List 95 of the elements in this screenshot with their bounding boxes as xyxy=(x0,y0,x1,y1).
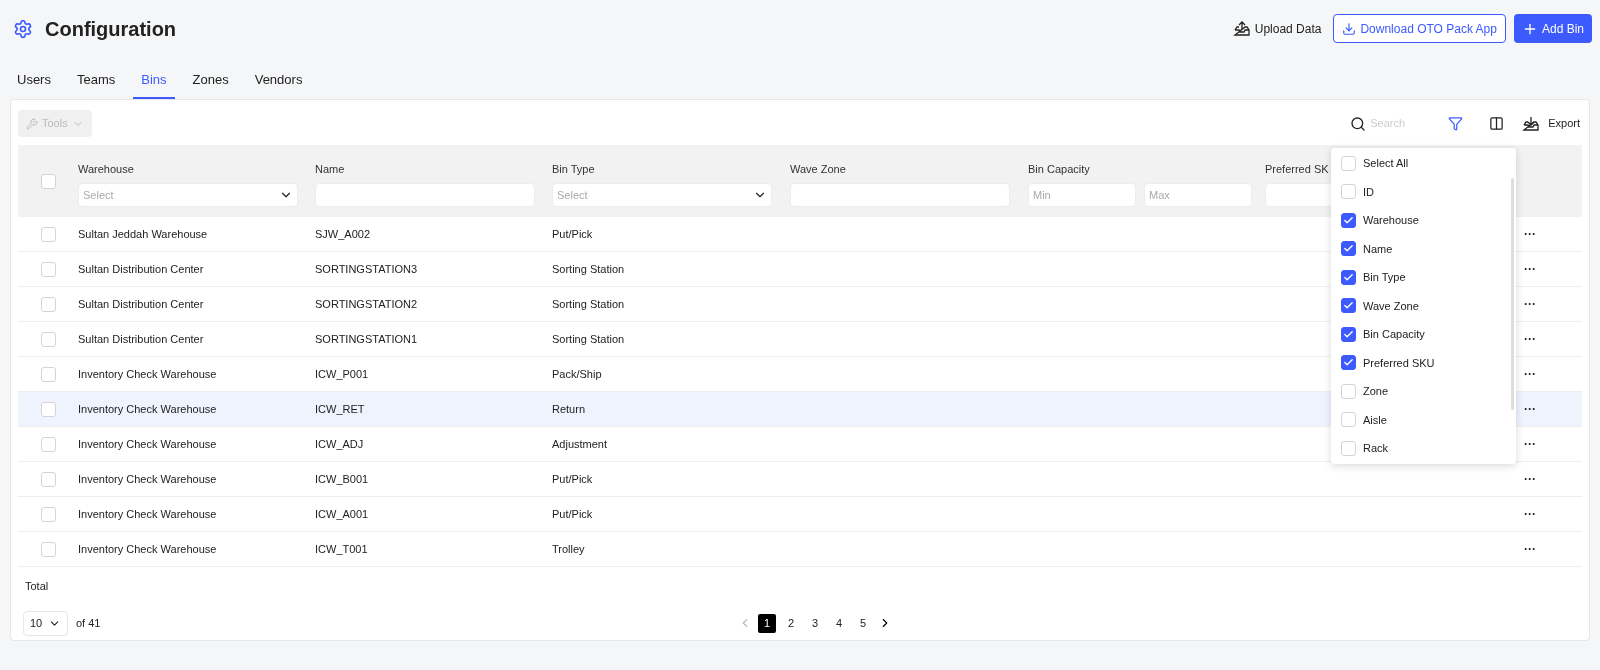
tab[interactable]: Users xyxy=(9,69,59,99)
column-header: Bin Type xyxy=(552,161,595,177)
table-cell-text: Inventory Check Warehouse xyxy=(78,471,217,487)
column-header: Warehouse xyxy=(78,161,134,177)
table-cell-text: Return xyxy=(552,401,586,417)
table-cell-text: Trolley xyxy=(552,541,585,557)
table-cell-text: ICW_ADJ xyxy=(315,436,364,452)
table-cell-text: SORTINGSTATION2 xyxy=(315,296,418,312)
more-button[interactable]: ··· xyxy=(1524,260,1536,278)
page-title: Configuration xyxy=(45,16,177,42)
column-header: Wave Zone xyxy=(790,161,846,177)
checkbox[interactable] xyxy=(1341,326,1356,342)
table-cell-text: Put/Pick xyxy=(552,506,593,522)
table-cell-text: ICW_RET xyxy=(315,401,365,417)
checkbox[interactable] xyxy=(1341,212,1356,228)
menu-item[interactable]: ID xyxy=(1341,177,1516,206)
more-button[interactable]: ··· xyxy=(1524,435,1536,453)
column-header: Preferred SK xyxy=(1265,161,1329,177)
table-cell-text: Put/Pick xyxy=(552,471,593,487)
more-button[interactable]: ··· xyxy=(1524,400,1536,418)
more-button[interactable]: ··· xyxy=(1524,225,1536,243)
tab[interactable]: Zones xyxy=(184,69,237,99)
table-cell-text: Sorting Station xyxy=(552,261,625,277)
checkbox[interactable] xyxy=(1341,269,1356,285)
more-button[interactable]: ··· xyxy=(1524,295,1536,313)
filter-icon[interactable] xyxy=(1448,116,1464,131)
row-checkbox[interactable] xyxy=(40,331,56,347)
columns-icon[interactable] xyxy=(1489,116,1505,131)
table-cell-text: Sultan Distribution Center xyxy=(78,331,204,347)
row-checkbox[interactable] xyxy=(40,506,56,522)
page-button[interactable]: 1 xyxy=(758,613,776,633)
check-icon xyxy=(1343,328,1354,340)
tools-icon xyxy=(26,117,38,130)
menu-item[interactable]: Bin Capacity xyxy=(1341,320,1516,349)
row-checkbox[interactable] xyxy=(40,401,56,417)
export-icon xyxy=(1522,115,1541,132)
table-cell-text: Sorting Station xyxy=(552,296,625,312)
menu-item[interactable]: Wave Zone xyxy=(1341,291,1516,320)
row-checkbox[interactable] xyxy=(40,541,56,557)
table-cell-text: SORTINGSTATION3 xyxy=(315,261,418,277)
menu-item[interactable]: Rack xyxy=(1341,434,1516,463)
page-button[interactable]: 2 xyxy=(782,613,800,633)
table-cell-text: ICW_A001 xyxy=(315,506,369,522)
table-cell-text: Sorting Station xyxy=(552,331,625,347)
page-size-select[interactable]: 10 xyxy=(23,610,68,636)
more-button[interactable]: ··· xyxy=(1524,330,1536,348)
total-label: Total xyxy=(25,579,49,594)
more-button[interactable]: ··· xyxy=(1524,470,1536,488)
export-button[interactable]: Export xyxy=(1522,115,1580,132)
column-header: Bin Capacity xyxy=(1028,161,1090,177)
table-cell-text: Sultan Distribution Center xyxy=(78,261,204,277)
checkbox[interactable] xyxy=(1341,298,1356,314)
table-cell-text: ICW_P001 xyxy=(315,366,369,382)
table-cell-text: Inventory Check Warehouse xyxy=(78,436,217,452)
tab[interactable]: Vendors xyxy=(246,69,311,99)
row-checkbox[interactable] xyxy=(40,366,56,382)
table-cell-text: Inventory Check Warehouse xyxy=(78,401,217,417)
more-button[interactable]: ··· xyxy=(1524,365,1536,383)
tab[interactable]: Teams xyxy=(68,69,124,99)
check-icon xyxy=(1343,214,1354,226)
table-cell-text: Pack/Ship xyxy=(552,366,602,382)
more-button[interactable]: ··· xyxy=(1524,505,1536,523)
row-checkbox[interactable] xyxy=(40,226,56,242)
add-button[interactable]: Add Bin xyxy=(1513,14,1592,43)
checkbox[interactable] xyxy=(1341,355,1356,371)
row-checkbox[interactable] xyxy=(40,436,56,452)
check-icon xyxy=(1343,271,1354,283)
upload-button[interactable]: Upload Data xyxy=(1228,14,1326,43)
menu-item[interactable]: Select All xyxy=(1341,149,1516,178)
page-button[interactable]: 5 xyxy=(854,613,872,633)
total-count: of 41 xyxy=(76,615,101,631)
table-cell-text: Put/Pick xyxy=(552,226,593,242)
more-button[interactable]: ··· xyxy=(1524,540,1536,558)
download-button[interactable]: Download OTO Pack App xyxy=(1333,14,1506,43)
table-cell-text: Sultan Distribution Center xyxy=(78,296,204,312)
table-cell-text: SORTINGSTATION1 xyxy=(315,331,418,347)
column-header: Name xyxy=(315,161,345,177)
row-checkbox[interactable] xyxy=(40,471,56,487)
table-cell-text: Adjustment xyxy=(552,436,608,452)
scrollbar[interactable] xyxy=(1511,178,1514,410)
download-icon xyxy=(1342,21,1357,36)
table-cell-text: ICW_T001 xyxy=(315,541,368,557)
table-cell-text: Inventory Check Warehouse xyxy=(78,506,217,522)
table-cell-text: Sultan Jeddah Warehouse xyxy=(78,226,208,242)
row-checkbox[interactable] xyxy=(40,261,56,277)
checkbox[interactable] xyxy=(1341,241,1356,257)
table-cell-text: Inventory Check Warehouse xyxy=(78,366,217,382)
table-cell-text: SJW_A002 xyxy=(315,226,371,242)
row-checkbox[interactable] xyxy=(40,296,56,312)
table-cell-text: ICW_B001 xyxy=(315,471,369,487)
search-icon xyxy=(1350,115,1367,132)
page-button[interactable]: 3 xyxy=(806,613,824,633)
table-cell-text: Inventory Check Warehouse xyxy=(78,541,217,557)
page-button[interactable]: 4 xyxy=(830,613,848,633)
upload-icon xyxy=(1232,20,1251,37)
